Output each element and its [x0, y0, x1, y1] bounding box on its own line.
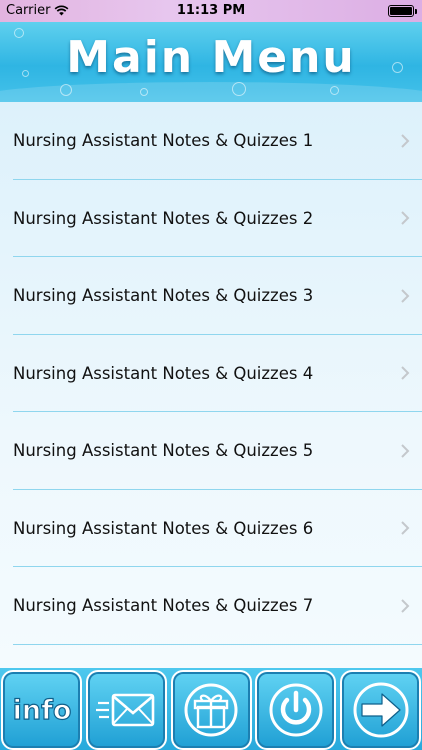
menu-item-label: Nursing Assistant Notes & Quizzes 1 — [13, 131, 314, 151]
battery-icon — [388, 5, 417, 17]
menu-item-5[interactable]: Nursing Assistant Notes & Quizzes 5 — [0, 412, 422, 490]
arrow-right-icon — [353, 682, 408, 738]
info-button[interactable]: info — [1, 670, 82, 750]
gift-button[interactable] — [170, 670, 252, 750]
menu-item-4[interactable]: Nursing Assistant Notes & Quizzes 4 — [0, 335, 422, 413]
header-banner: Main Menu — [0, 22, 422, 102]
chevron-right-icon — [401, 599, 410, 613]
menu-item-6[interactable]: Nursing Assistant Notes & Quizzes 6 — [0, 490, 422, 568]
menu-item-7[interactable]: Nursing Assistant Notes & Quizzes 7 — [0, 567, 422, 645]
menu-item-1[interactable]: Nursing Assistant Notes & Quizzes 1 — [0, 102, 422, 180]
wave-decoration — [0, 82, 422, 102]
menu-item-2[interactable]: Nursing Assistant Notes & Quizzes 2 — [0, 180, 422, 258]
menu-item-3[interactable]: Nursing Assistant Notes & Quizzes 3 — [0, 257, 422, 335]
next-button[interactable] — [340, 670, 421, 750]
info-button-label: info — [12, 695, 71, 726]
chevron-right-icon — [401, 444, 410, 458]
menu-item-label: Nursing Assistant Notes & Quizzes 7 — [13, 596, 314, 616]
bottom-toolbar: info — [0, 668, 422, 750]
clock: 11:13 PM — [176, 3, 246, 18]
mail-button[interactable] — [85, 670, 167, 750]
info-icon: info — [12, 694, 72, 726]
menu-item-label: Nursing Assistant Notes & Quizzes 3 — [13, 286, 314, 306]
menu-list: Nursing Assistant Notes & Quizzes 1 Nurs… — [0, 102, 422, 668]
menu-item-label: Nursing Assistant Notes & Quizzes 6 — [13, 518, 314, 538]
menu-item-label: Nursing Assistant Notes & Quizzes 2 — [13, 208, 314, 228]
power-button[interactable] — [255, 670, 337, 750]
chevron-right-icon — [401, 289, 410, 303]
power-icon — [269, 683, 323, 737]
chevron-right-icon — [401, 366, 410, 380]
menu-item-label: Nursing Assistant Notes & Quizzes 5 — [13, 441, 314, 461]
chevron-right-icon — [401, 211, 410, 225]
page-title: Main Menu — [66, 32, 356, 83]
menu-item-label: Nursing Assistant Notes & Quizzes 4 — [13, 363, 314, 383]
chevron-right-icon — [401, 134, 410, 148]
mail-icon — [96, 693, 155, 727]
chevron-right-icon — [401, 521, 410, 535]
status-bar: Carrier 11:13 PM — [0, 0, 422, 22]
gift-icon — [184, 683, 238, 737]
